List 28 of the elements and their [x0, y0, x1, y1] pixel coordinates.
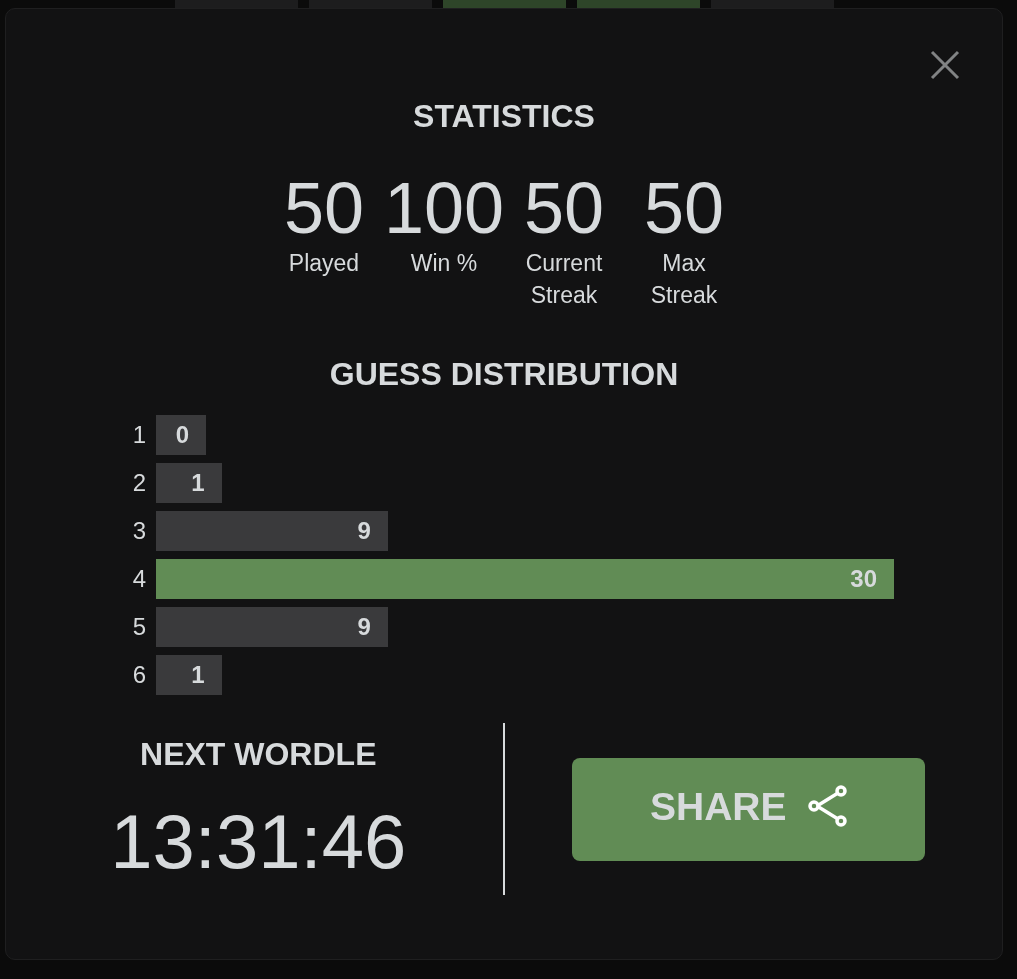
stat-value: 50	[283, 172, 365, 244]
countdown-timer: 13:31:46	[110, 804, 407, 880]
guess-number-label: 4	[132, 567, 146, 591]
stat-value: 50	[643, 172, 725, 244]
guess-number-label: 1	[132, 423, 146, 447]
bar-count: 1	[191, 663, 205, 687]
close-button[interactable]	[930, 50, 960, 80]
guess-number-label: 5	[132, 615, 146, 639]
section-title: GUESS DISTRIBUTION	[329, 358, 679, 390]
bar-count: 30	[850, 567, 877, 591]
stat-value: 50	[523, 172, 605, 244]
bar-count: 0	[175, 423, 189, 447]
share-button[interactable]: SHARE	[572, 757, 926, 861]
bar-count: 9	[357, 519, 371, 543]
modal-title: STATISTICS	[413, 100, 595, 132]
guess-number-label: 2	[132, 471, 146, 495]
stat-label: Max Streak	[649, 249, 719, 310]
share-icon	[807, 785, 848, 827]
section-title: NEXT WORDLE	[140, 738, 377, 770]
stat-label: Played	[288, 249, 360, 278]
stat-label: Win %	[410, 249, 478, 278]
stat-label: Current Streak	[524, 249, 604, 310]
close-icon	[930, 50, 960, 80]
bar-count: 9	[357, 615, 371, 639]
guess-number-label: 3	[132, 519, 146, 543]
guess-number-label: 6	[132, 663, 146, 687]
bar-count: 1	[191, 471, 205, 495]
stat-value: 100	[383, 172, 505, 244]
